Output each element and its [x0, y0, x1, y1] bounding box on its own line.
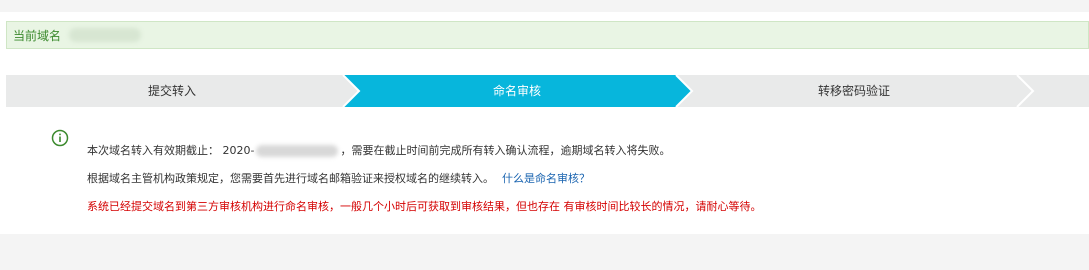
what-is-naming-review-link[interactable]: 什么是命名审核？ [502, 172, 590, 185]
current-domain-label: 当前域名 [13, 28, 62, 43]
expiry-text-prefix: 本次域名转入有效期截止： 2020- [87, 144, 255, 157]
expiry-text-suffix: ，需要在截止时间前完成所有转入确认流程，逾期域名转入将失败。 [340, 144, 671, 157]
step-4-label [1036, 75, 1086, 107]
current-domain-value-masked [69, 28, 142, 42]
policy-text: 根据域名主管机构政策规定，您需要首先进行域名邮箱验证来授权域名的继续转入。 [87, 172, 494, 185]
expiry-datetime-masked [256, 145, 339, 157]
current-domain-bar: 当前域名 [6, 21, 1089, 49]
step-3-label: 转移密码验证 [817, 84, 890, 98]
info-circle-icon [51, 129, 69, 147]
top-gap [0, 0, 1089, 12]
bottom-gap [0, 234, 1089, 270]
notice-line-policy: 根据域名主管机构政策规定，您需要首先进行域名邮箱验证来授权域名的继续转入。 什么是… [87, 170, 590, 186]
notice-line-expiry: 本次域名转入有效期截止： 2020- ，需要在截止时间前完成所有转入确认流程，逾期… [87, 142, 670, 158]
step-2-label: 命名审核 [492, 84, 541, 98]
progress-steps: 提交转入 命名审核 转移密码验证 [6, 75, 1089, 107]
step-1-label: 提交转入 [147, 84, 196, 98]
notice-line-warning: 系统已经提交域名到第三方审核机构进行命名审核，一般几个小时后可获取到审核结果，但… [87, 200, 762, 213]
